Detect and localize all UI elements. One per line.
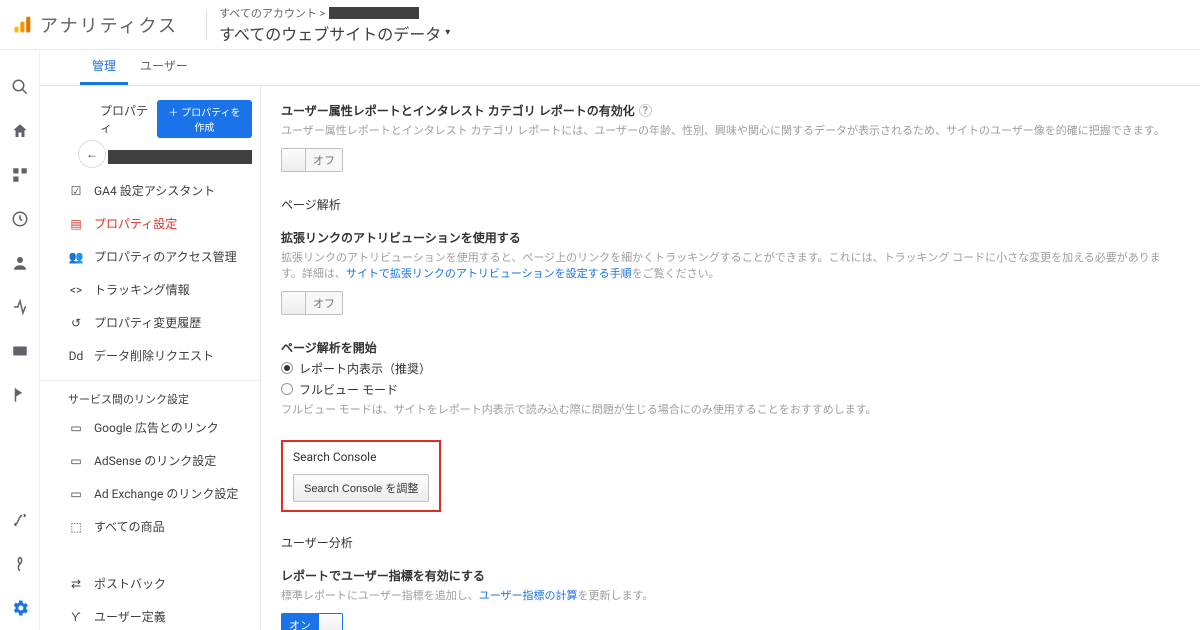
people-icon: 👥 (68, 249, 84, 265)
property-label: プロパティ (100, 102, 151, 136)
property-sidebar: ← プロパティ ＋ プロパティを作成 ☑GA4 設定アシスタント ▤プロパティ設… (40, 86, 260, 630)
create-property-button[interactable]: ＋ プロパティを作成 (157, 100, 252, 138)
search-icon[interactable] (8, 75, 32, 99)
nav-history[interactable]: ↺プロパティ変更履歴 (40, 306, 260, 339)
audience-icon[interactable] (8, 251, 32, 275)
radio-unselected-icon (281, 383, 293, 395)
tab-user[interactable]: ユーザー (128, 49, 200, 85)
nav-tracking[interactable]: <>トラッキング情報 (40, 273, 260, 306)
analytics-logo-icon (12, 14, 32, 36)
customize-icon[interactable] (8, 163, 32, 187)
toggle-on-label: オン (282, 614, 318, 630)
adsense-icon: ▭ (68, 453, 84, 469)
radio-selected-icon (281, 362, 293, 374)
user-metrics-toggle[interactable]: オン (281, 613, 343, 630)
tab-admin[interactable]: 管理 (80, 49, 128, 85)
settings-panel: ユーザー属性レポートとインタレスト カテゴリ レポートの有効化 ? ユーザー属性… (260, 86, 1200, 630)
search-console-highlight: Search Console Search Console を調整 (281, 440, 441, 512)
divider (206, 10, 207, 40)
nav-all-products[interactable]: ⬚すべての商品 (40, 510, 260, 543)
radio-fullview[interactable]: フルビュー モード (281, 381, 1180, 398)
nav-delete[interactable]: Ddデータ削除リクエスト (40, 339, 260, 372)
acquisition-icon[interactable] (8, 295, 32, 319)
toggle-off-label: オフ (306, 292, 342, 314)
redacted-property (108, 150, 252, 164)
demographics-desc: ユーザー属性レポートとインタレスト カテゴリ レポートには、ユーザーの年齢、性別… (281, 123, 1180, 140)
help-icon[interactable]: ? (639, 104, 652, 117)
toggle-handle (282, 149, 306, 171)
adexchange-icon: ▭ (68, 486, 84, 502)
radio-inline[interactable]: レポート内表示（推奨） (281, 360, 1180, 377)
nav-ga4[interactable]: ☑GA4 設定アシスタント (40, 174, 260, 207)
nav-postback[interactable]: ⇄ポストバック (40, 567, 260, 600)
demographics-toggle[interactable]: オフ (281, 148, 343, 172)
caret-down-icon: ▾ (445, 27, 450, 38)
enhanced-link-toggle[interactable]: オフ (281, 291, 343, 315)
brand-name: アナリティクス (40, 12, 178, 38)
behavior-icon[interactable] (8, 339, 32, 363)
nav-access[interactable]: 👥プロパティのアクセス管理 (40, 240, 260, 273)
check-icon: ☑ (68, 183, 84, 199)
discover-icon[interactable] (8, 552, 32, 576)
nav-ads-link[interactable]: ▭Google 広告とのリンク (40, 411, 260, 444)
back-arrow-button[interactable]: ← (78, 140, 106, 168)
dd-icon: Dd (68, 348, 84, 364)
start-analysis-title: ページ解析を開始 (281, 339, 377, 356)
toggle-handle (282, 292, 306, 314)
userdef-icon: Ƴ (68, 609, 84, 625)
nav-adsense-link[interactable]: ▭AdSense のリンク設定 (40, 444, 260, 477)
code-icon: <> (68, 282, 84, 298)
toggle-off-label: オフ (306, 149, 342, 171)
nav-adexchange-link[interactable]: ▭Ad Exchange のリンク設定 (40, 477, 260, 510)
account-label: すべてのアカウント > (219, 5, 325, 21)
link-section-header: サービス間のリンク設定 (40, 380, 260, 411)
redacted-account (329, 7, 419, 19)
enhanced-link-help[interactable]: サイトで拡張リンクのアトリビューションを設定する手順 (346, 267, 632, 280)
nav-property-settings[interactable]: ▤プロパティ設定 (40, 207, 260, 240)
home-icon[interactable] (8, 119, 32, 143)
nav-userdef[interactable]: Ƴユーザー定義 (40, 600, 260, 630)
enhanced-link-desc: 拡張リンクのアトリビューションを使用すると、ページ上のリンクを細かくトラッキング… (281, 250, 1180, 283)
enhanced-link-title: 拡張リンクのアトリビューションを使用する (281, 229, 521, 246)
fullview-note: フルビュー モードは、サイトをレポート内表示で読み込む際に問題が生じる場合にのみ… (281, 402, 1180, 419)
search-console-title: Search Console (293, 450, 429, 464)
attribution-icon[interactable] (8, 508, 32, 532)
conversions-icon[interactable] (8, 383, 32, 407)
user-metrics-link[interactable]: ユーザー指標の計算 (479, 589, 578, 602)
page-analysis-heading: ページ解析 (281, 196, 1180, 213)
layout-icon: ▤ (68, 216, 84, 232)
history-icon: ↺ (68, 315, 84, 331)
demographics-title: ユーザー属性レポートとインタレスト カテゴリ レポートの有効化 (281, 102, 635, 119)
account-selector[interactable]: すべてのアカウント > すべてのウェブサイトのデータ ▾ (219, 5, 450, 45)
user-metrics-title: レポートでユーザー指標を有効にする (281, 567, 485, 584)
view-title: すべてのウェブサイトのデータ (219, 21, 441, 45)
user-analysis-heading: ユーザー分析 (281, 534, 1180, 551)
user-metrics-desc: 標準レポートにユーザー指標を追加し、ユーザー指標の計算を更新します。 (281, 588, 1180, 605)
admin-gear-icon[interactable] (8, 596, 32, 620)
adjust-search-console-button[interactable]: Search Console を調整 (293, 474, 429, 502)
postback-icon: ⇄ (68, 576, 84, 592)
toggle-handle (318, 614, 342, 630)
link-icon: ⬚ (68, 519, 84, 535)
top-header: アナリティクス すべてのアカウント > すべてのウェブサイトのデータ ▾ (0, 0, 1200, 50)
ads-icon: ▭ (68, 420, 84, 436)
realtime-icon[interactable] (8, 207, 32, 231)
admin-tabs: 管理 ユーザー (40, 50, 1200, 86)
left-rail (0, 50, 40, 630)
